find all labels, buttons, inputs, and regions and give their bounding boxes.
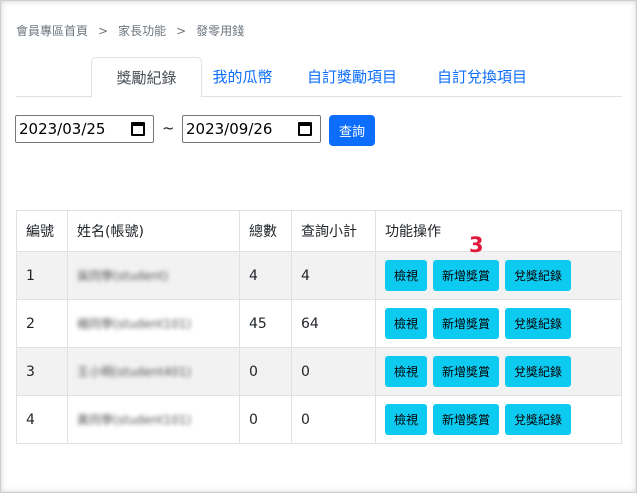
row-subtotal: 4 bbox=[291, 251, 376, 300]
row-no: 4 bbox=[16, 395, 68, 444]
tab-bar: 獎勵紀錄 我的瓜幣 自訂獎勵項目 自訂兌換項目 bbox=[16, 57, 622, 98]
start-date-input[interactable]: 2023/03/25 bbox=[15, 115, 154, 143]
table-row: 4 黃同學(student101) 0 0 檢視 新增獎賞 兌獎紀錄 bbox=[16, 395, 622, 444]
add-reward-button[interactable]: 新增獎賞 bbox=[433, 356, 500, 387]
header-no: 編號 bbox=[16, 210, 68, 252]
tab-my-coins[interactable]: 我的瓜幣 bbox=[204, 57, 281, 97]
redeem-record-button[interactable]: 兌獎紀錄 bbox=[505, 356, 572, 387]
reward-table: 編號 姓名(帳號) 總數 查詢小計 功能操作 1 吳同學(student) 4 … bbox=[16, 210, 622, 444]
query-button[interactable]: 查詢 bbox=[329, 115, 375, 146]
tab-custom-redemptions[interactable]: 自訂兌換項目 bbox=[421, 57, 543, 97]
table-row: 1 吳同學(student) 4 4 檢視 新增獎賞 兌獎紀錄 bbox=[16, 251, 622, 300]
row-subtotal: 0 bbox=[291, 347, 376, 396]
view-button[interactable]: 檢視 bbox=[385, 308, 428, 339]
row-name-blurred: 王小明(student401) bbox=[77, 365, 192, 379]
row-no: 2 bbox=[16, 299, 68, 348]
add-reward-button[interactable]: 新增獎賞 bbox=[433, 260, 500, 291]
breadcrumb-item-parent-functions[interactable]: 家長功能 bbox=[118, 22, 166, 39]
row-total: 0 bbox=[239, 347, 292, 396]
row-name: 王小明(student401) bbox=[67, 347, 240, 396]
row-name: 楊同學(student101) bbox=[67, 299, 240, 348]
add-reward-button[interactable]: 新增獎賞 bbox=[433, 404, 500, 435]
header-name: 姓名(帳號) bbox=[67, 210, 240, 252]
view-button[interactable]: 檢視 bbox=[385, 356, 428, 387]
table-header-row: 編號 姓名(帳號) 總數 查詢小計 功能操作 bbox=[16, 210, 622, 252]
row-name-blurred: 吳同學(student) bbox=[77, 269, 169, 283]
calendar-icon[interactable] bbox=[298, 122, 312, 136]
row-actions: 檢視 新增獎賞 兌獎紀錄 bbox=[375, 395, 622, 444]
step-annotation: 3 bbox=[469, 233, 484, 257]
row-name: 黃同學(student101) bbox=[67, 395, 240, 444]
row-total: 0 bbox=[239, 395, 292, 444]
breadcrumb: 會員專區首頁 > 家長功能 > 發零用錢 bbox=[16, 22, 244, 39]
date-range-tilde: ~ bbox=[162, 119, 175, 137]
row-name-blurred: 黃同學(student101) bbox=[77, 413, 192, 427]
redeem-record-button[interactable]: 兌獎紀錄 bbox=[505, 260, 572, 291]
row-name: 吳同學(student) bbox=[67, 251, 240, 300]
start-date-value: 2023/03/25 bbox=[19, 120, 106, 138]
breadcrumb-item-member-home[interactable]: 會員專區首頁 bbox=[16, 22, 88, 39]
table-row: 2 楊同學(student101) 45 64 檢視 新增獎賞 兌獎紀錄 bbox=[16, 299, 622, 348]
add-reward-button[interactable]: 新增獎賞 bbox=[433, 308, 500, 339]
calendar-icon[interactable] bbox=[131, 122, 145, 136]
breadcrumb-separator: > bbox=[176, 23, 187, 38]
row-actions: 檢視 新增獎賞 兌獎紀錄 bbox=[375, 299, 622, 348]
breadcrumb-item-allowance: 發零用錢 bbox=[196, 24, 245, 38]
row-actions: 檢視 新增獎賞 兌獎紀錄 bbox=[375, 347, 622, 396]
tab-custom-rewards[interactable]: 自訂獎勵項目 bbox=[292, 57, 412, 97]
header-total: 總數 bbox=[239, 210, 292, 252]
view-button[interactable]: 檢視 bbox=[385, 404, 428, 435]
row-no: 3 bbox=[16, 347, 68, 396]
header-subtotal: 查詢小計 bbox=[291, 210, 376, 252]
row-subtotal: 0 bbox=[291, 395, 376, 444]
end-date-input[interactable]: 2023/09/26 bbox=[182, 115, 321, 143]
redeem-record-button[interactable]: 兌獎紀錄 bbox=[505, 404, 572, 435]
view-button[interactable]: 檢視 bbox=[385, 260, 428, 291]
redeem-record-button[interactable]: 兌獎紀錄 bbox=[505, 308, 572, 339]
row-no: 1 bbox=[16, 251, 68, 300]
breadcrumb-separator: > bbox=[98, 23, 109, 38]
end-date-value: 2023/09/26 bbox=[186, 120, 273, 138]
header-actions: 功能操作 bbox=[375, 210, 622, 252]
row-subtotal: 64 bbox=[291, 299, 376, 348]
table-row: 3 王小明(student401) 0 0 檢視 新增獎賞 兌獎紀錄 bbox=[16, 347, 622, 396]
row-actions: 檢視 新增獎賞 兌獎紀錄 bbox=[375, 251, 622, 300]
row-name-blurred: 楊同學(student101) bbox=[77, 317, 192, 331]
row-total: 45 bbox=[239, 299, 292, 348]
tab-reward-records[interactable]: 獎勵紀錄 bbox=[91, 57, 202, 98]
row-total: 4 bbox=[239, 251, 292, 300]
